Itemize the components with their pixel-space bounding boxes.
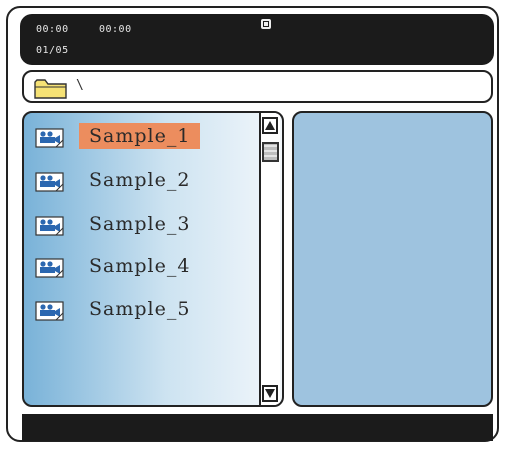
scroll-up-arrow-icon — [265, 121, 275, 130]
video-file-icon — [35, 128, 64, 148]
total-time: 00:00 — [99, 24, 132, 35]
top-status-bar: 00:00 00:00 01/05 — [20, 14, 494, 65]
folder-icon — [34, 79, 67, 99]
path-bar: \ — [22, 70, 493, 103]
scroll-down-arrow-icon — [265, 389, 275, 398]
file-label: Sample_2 — [89, 169, 191, 191]
bottom-info-bar — [22, 414, 493, 441]
file-label: Sample_5 — [89, 298, 191, 320]
elapsed-time: 00:00 — [36, 24, 69, 35]
stop-icon — [261, 19, 271, 29]
preview-panel — [292, 111, 493, 407]
file-label: Sample_4 — [89, 255, 191, 277]
scroll-down-button[interactable] — [262, 385, 278, 402]
file-label: Sample_3 — [89, 213, 191, 235]
file-label: Sample_1 — [79, 123, 201, 149]
file-list: Sample_1 Sample_2 Sample_3 Sample_4 Samp… — [22, 111, 284, 407]
video-file-icon — [35, 172, 64, 192]
video-file-icon — [35, 301, 64, 321]
video-file-icon — [35, 216, 64, 236]
scroll-up-button[interactable] — [262, 117, 278, 134]
current-path: \ — [76, 78, 84, 93]
file-counter: 01/05 — [36, 45, 69, 56]
video-file-icon — [35, 258, 64, 278]
scroll-thumb[interactable] — [262, 142, 279, 162]
scrollbar[interactable] — [259, 113, 280, 405]
